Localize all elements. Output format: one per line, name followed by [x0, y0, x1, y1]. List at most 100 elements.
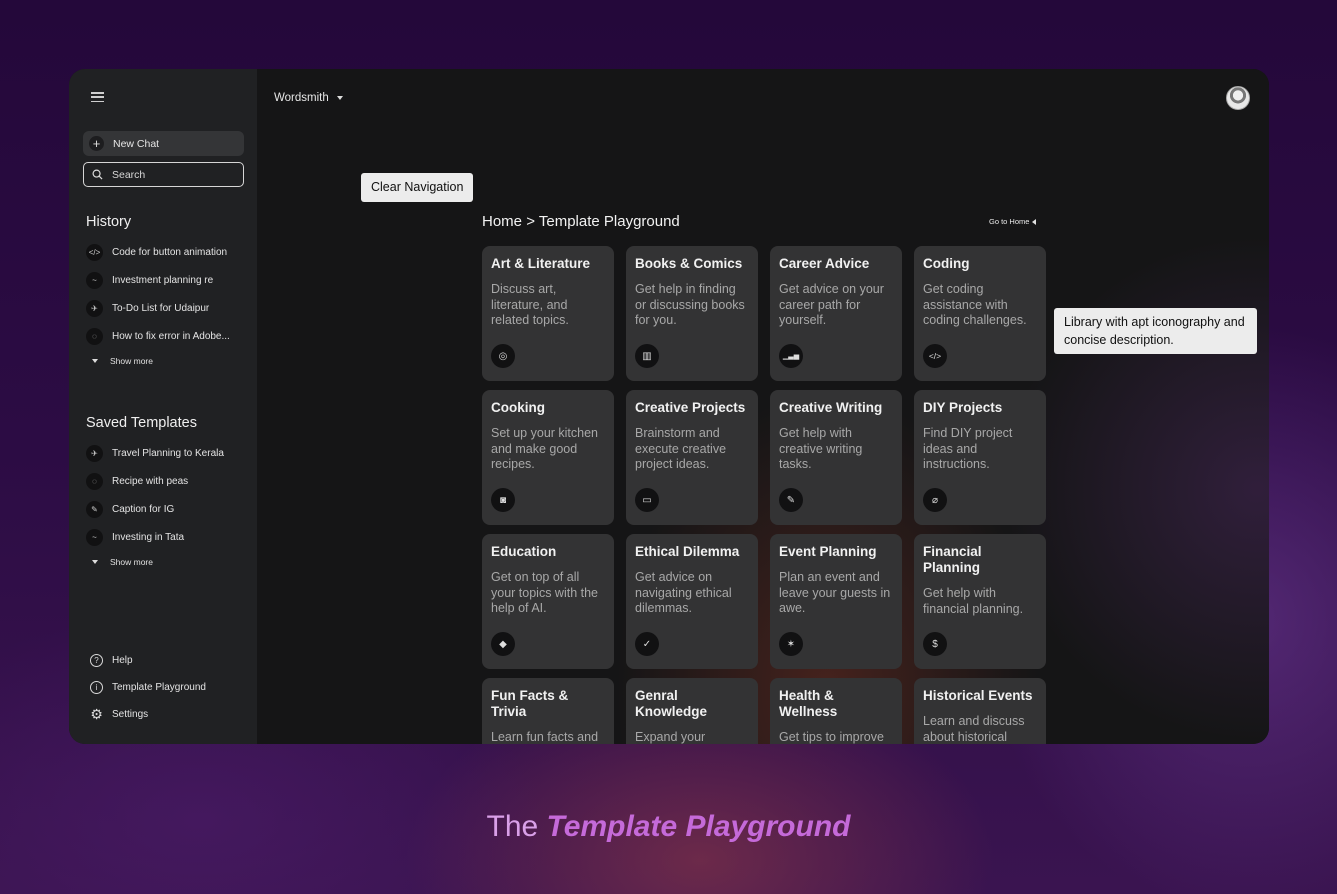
show-more-label: Show more — [110, 557, 153, 567]
template-card[interactable]: Education Get on top of all your topics w… — [482, 534, 614, 669]
template-card[interactable]: Event Planning Plan an event and leave yo… — [770, 534, 902, 669]
settings-link[interactable]: ⚙ Settings — [90, 701, 206, 728]
template-item[interactable]: ✈ Travel Planning to Kerala — [86, 439, 251, 467]
card-title: Creative Writing — [779, 400, 883, 415]
card-description: Get help in finding or discussing books … — [635, 282, 745, 327]
card-description: Get advice on navigating ethical dilemma… — [635, 570, 732, 615]
shield-icon: ✓ — [635, 632, 659, 656]
plus-icon: + — [89, 136, 104, 151]
template-card[interactable]: Fun Facts & Trivia Learn fun facts and — [482, 678, 614, 744]
history-item[interactable]: ✈ To-Do List for Udaipur — [86, 294, 251, 322]
show-more-history-button[interactable]: Show more — [86, 350, 251, 372]
template-playground-label: Template Playground — [112, 682, 206, 693]
saved-templates-title: Saved Templates — [86, 415, 197, 431]
card-title: DIY Projects — [923, 400, 1003, 415]
go-to-home-link[interactable]: Go to Home — [989, 217, 1037, 226]
card-title: Ethical Dilemma — [635, 544, 740, 559]
info-icon: i — [90, 681, 103, 694]
history-item[interactable]: ◌ How to fix error in Adobe... — [86, 322, 251, 350]
go-to-home-label: Go to Home — [989, 217, 1030, 226]
template-item[interactable]: ✎ Caption for IG — [86, 495, 251, 523]
chart-icon: ~ — [86, 271, 103, 289]
card-title: Books & Comics — [635, 256, 743, 271]
template-item-label: Investing in Tata — [112, 531, 185, 543]
template-item[interactable]: ~ Investing in Tata — [86, 523, 251, 551]
card-title: Creative Projects — [635, 400, 746, 415]
plane-icon: ✈ — [86, 299, 103, 317]
card-description: Get coding assistance with coding challe… — [923, 282, 1027, 327]
avatar[interactable] — [1226, 86, 1250, 110]
history-list: </> Code for button animation ~ Investment… — [86, 238, 251, 372]
template-item[interactable]: ◌ Recipe with peas — [86, 467, 251, 495]
history-item-label: Code for button animation — [112, 246, 228, 258]
card-description: Plan an event and leave your guests in a… — [779, 570, 891, 615]
caret-left-icon — [1032, 218, 1037, 225]
pencil-icon: ✎ — [86, 500, 103, 518]
settings-label: Settings — [112, 709, 149, 720]
card-description: Learn fun facts and — [491, 730, 599, 744]
card-description: Get help with financial planning. — [923, 586, 1024, 616]
template-card[interactable]: DIY Projects Find DIY project ideas and i… — [914, 390, 1046, 525]
pot-icon: ◙ — [491, 488, 515, 512]
app-window: + New Chat Search History </> Code for bu… — [69, 69, 1269, 744]
template-card[interactable]: Ethical Dilemma Get advice on navigating … — [626, 534, 758, 669]
card-title: Education — [491, 544, 557, 559]
template-playground-link[interactable]: i Template Playground — [90, 674, 206, 701]
new-chat-button[interactable]: + New Chat — [83, 131, 244, 156]
template-card[interactable]: Health & Wellness Get tips to improve — [770, 678, 902, 744]
template-card[interactable]: Coding Get coding assistance with coding … — [914, 246, 1046, 381]
card-title: Health & Wellness — [779, 688, 838, 719]
history-item-label: How to fix error in Adobe... — [112, 330, 230, 342]
card-description: Brainstorm and execute creative project … — [635, 426, 727, 471]
template-card[interactable]: Creative Projects Brainstorm and execute … — [626, 390, 758, 525]
template-card[interactable]: Career Advice Get advice on your career p… — [770, 246, 902, 381]
sidebar: + New Chat Search History </> Code for bu… — [69, 69, 257, 744]
plane-icon: ✈ — [86, 444, 103, 462]
model-selector[interactable]: Wordsmith — [274, 92, 343, 104]
template-card[interactable]: Genral Knowledge Expand your — [626, 678, 758, 744]
template-item-label: Caption for IG — [112, 503, 175, 515]
search-placeholder: Search — [112, 168, 146, 181]
breadcrumb-separator: > — [526, 213, 535, 230]
show-more-label: Show more — [110, 356, 153, 366]
sidebar-footer: ? Help i Template Playground ⚙ Settings — [90, 647, 206, 728]
help-label: Help — [112, 655, 133, 666]
card-title: Coding — [923, 256, 970, 271]
gear-icon: ⚙ — [90, 706, 103, 722]
history-item[interactable]: ~ Investment planning re — [86, 266, 251, 294]
history-title: History — [86, 214, 132, 230]
template-card[interactable]: Financial Planning Get help with financia… — [914, 534, 1046, 669]
palette-icon: ◎ — [491, 344, 515, 368]
card-description: Get tips to improve — [779, 730, 884, 744]
template-grid: Art & Literature Discuss art, literature,… — [482, 246, 1046, 744]
bar-chart-icon: ▁▃▅ — [779, 344, 803, 368]
card-description: Get on top of all your topics with the h… — [491, 570, 598, 615]
search-input[interactable]: Search — [83, 162, 244, 187]
pencil-icon: ✎ — [779, 488, 803, 512]
show-more-templates-button[interactable]: Show more — [86, 551, 251, 573]
card-title: Fun Facts & Trivia — [491, 688, 569, 719]
help-icon: ? — [90, 654, 103, 667]
template-card[interactable]: Cooking Set up your kitchen and make good… — [482, 390, 614, 525]
history-item[interactable]: </> Code for button animation — [86, 238, 251, 266]
money-icon: $ — [923, 632, 947, 656]
breadcrumb-home[interactable]: Home — [482, 213, 522, 230]
main-content: Wordsmith Clear Navigation Home > Templa… — [257, 69, 1269, 744]
template-card[interactable]: Art & Literature Discuss art, literature,… — [482, 246, 614, 381]
graduation-cap-icon: ◆ — [491, 632, 515, 656]
books-icon: ▥ — [635, 344, 659, 368]
template-item-label: Recipe with peas — [112, 475, 189, 487]
code-icon: </> — [86, 243, 103, 261]
menu-icon[interactable] — [91, 92, 104, 103]
new-chat-label: New Chat — [113, 137, 160, 150]
caption-prefix: The — [486, 810, 539, 843]
chevron-down-icon — [336, 96, 343, 100]
help-link[interactable]: ? Help — [90, 647, 206, 674]
card-description: Find DIY project ideas and instructions. — [923, 426, 1013, 471]
template-card[interactable]: Historical Events Learn and discuss about… — [914, 678, 1046, 744]
model-name: Wordsmith — [274, 92, 329, 104]
template-card[interactable]: Creative Writing Get help with creative w… — [770, 390, 902, 525]
template-card[interactable]: Books & Comics Get help in finding or dis… — [626, 246, 758, 381]
card-title: Career Advice — [779, 256, 870, 271]
card-description: Get advice on your career path for yours… — [779, 282, 884, 327]
